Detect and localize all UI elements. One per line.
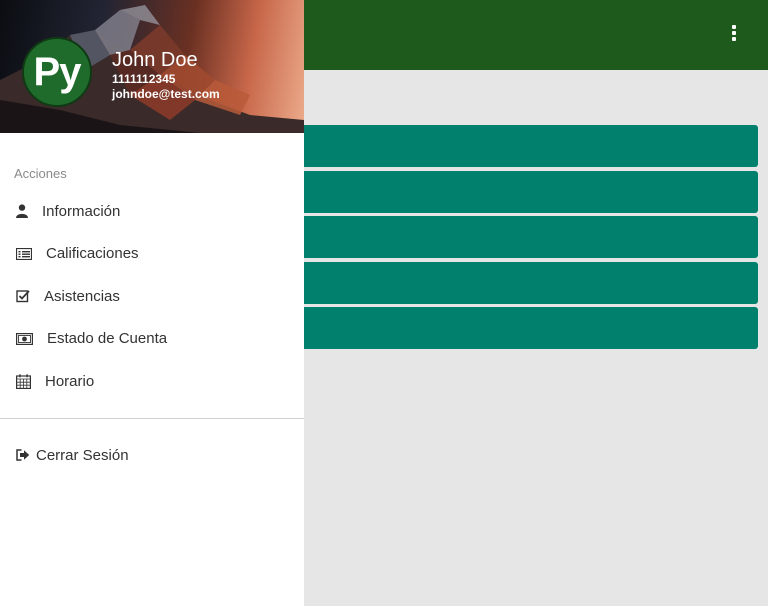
- menu-item-label: Asistencias: [44, 287, 120, 305]
- money-icon: [16, 332, 33, 345]
- list-icon: [16, 247, 32, 260]
- more-vertical-icon[interactable]: [724, 22, 744, 44]
- avatar[interactable]: Py: [22, 37, 92, 107]
- list-item[interactable]: [280, 170, 758, 213]
- logout-button[interactable]: Cerrar Sesión: [16, 444, 129, 466]
- user-email: johndoe@test.com: [112, 87, 220, 101]
- user-id: 1111112345: [112, 72, 176, 86]
- section-label: Acciones: [14, 166, 67, 181]
- menu-item-asistencias[interactable]: Asistencias: [0, 275, 304, 318]
- calendar-icon: [16, 374, 31, 389]
- check-square-icon: [16, 290, 30, 303]
- sign-out-icon: [16, 449, 30, 461]
- drawer-menu: Información Calificaciones Asistencias E…: [0, 190, 304, 403]
- menu-item-label: Horario: [45, 372, 95, 390]
- menu-item-horario[interactable]: Horario: [0, 360, 304, 403]
- user-icon: [16, 204, 28, 219]
- list-item[interactable]: [280, 261, 758, 304]
- menu-item-estado-de-cuenta[interactable]: Estado de Cuenta: [0, 318, 304, 361]
- menu-item-label: Información: [42, 202, 121, 220]
- list-item[interactable]: [280, 125, 758, 167]
- drawer-header: Py John Doe 1111112345 johndoe@test.com: [0, 0, 304, 133]
- navigation-drawer: Py John Doe 1111112345 johndoe@test.com …: [0, 0, 304, 606]
- user-name: John Doe: [112, 49, 198, 71]
- logout-label: Cerrar Sesión: [36, 446, 129, 464]
- menu-item-calificaciones[interactable]: Calificaciones: [0, 233, 304, 276]
- list-item[interactable]: [280, 216, 758, 258]
- list-item[interactable]: [280, 307, 758, 349]
- menu-item-label: Estado de Cuenta: [47, 330, 168, 348]
- menu-item-label: Calificaciones: [46, 245, 139, 263]
- content-list: [280, 125, 758, 353]
- drawer-divider: [0, 418, 304, 419]
- menu-item-informacion[interactable]: Información: [0, 190, 304, 233]
